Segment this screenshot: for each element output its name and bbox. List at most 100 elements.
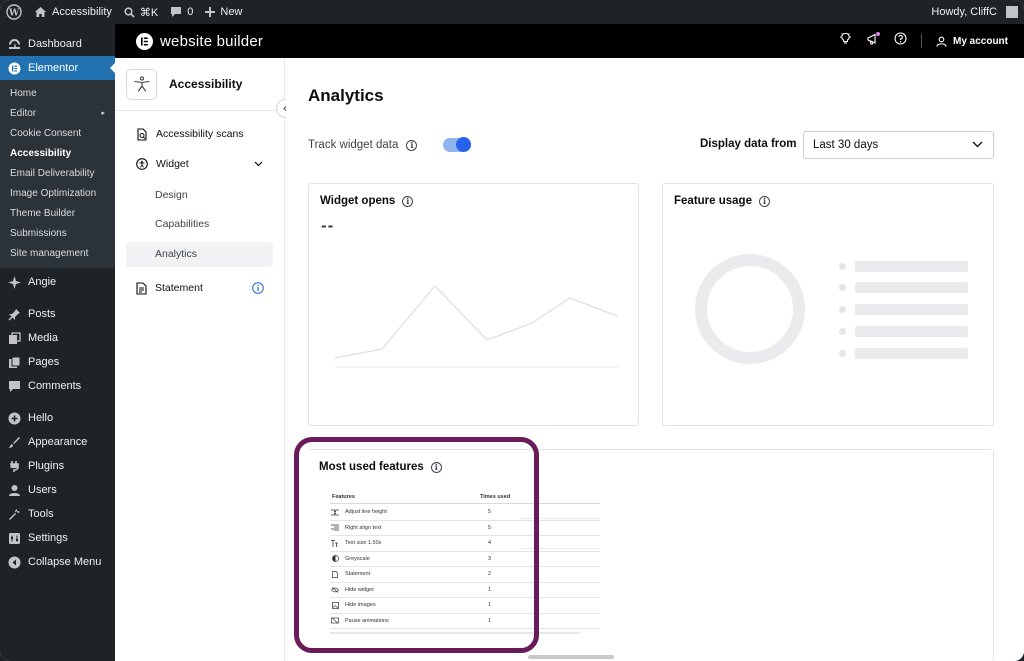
nav-capabilities[interactable]: Capabilities <box>126 212 273 237</box>
nav-widget[interactable]: Widget <box>126 152 273 176</box>
divider <box>330 632 580 634</box>
column-header-feature: Features <box>332 494 355 500</box>
header-divider <box>920 34 922 48</box>
info-icon[interactable] <box>252 282 264 294</box>
new-content-button[interactable]: New <box>199 0 248 24</box>
accessibility-person-icon <box>126 68 157 100</box>
nav-analytics[interactable]: Analytics <box>126 242 273 267</box>
comments-link[interactable]: 0 <box>164 0 199 24</box>
chevron-down-icon <box>254 161 263 167</box>
menu-angie[interactable]: Angie <box>0 270 115 294</box>
submenu-image-optimization[interactable]: Image Optimization <box>0 184 115 204</box>
site-name-link[interactable]: Accessibility <box>28 0 118 24</box>
widget-opens-value: -- <box>321 216 335 235</box>
submenu-cookie-consent[interactable]: Cookie Consent <box>0 124 115 144</box>
user-icon <box>936 36 947 47</box>
menu-appearance[interactable]: Appearance <box>0 430 115 454</box>
menu-dashboard[interactable]: Dashboard <box>0 32 115 56</box>
menu-hello[interactable]: Hello <box>0 406 115 430</box>
submenu-submissions[interactable]: Submissions <box>0 224 115 244</box>
pause-animation-icon <box>330 617 340 624</box>
plus-icon <box>205 7 216 17</box>
times-used: 1 <box>488 586 492 593</box>
shortcut-label: ⌘K <box>139 6 159 19</box>
menu-posts[interactable]: Posts <box>0 302 115 326</box>
new-label: New <box>220 6 243 18</box>
nav-label: Analytics <box>155 248 198 260</box>
accessibility-sidebar: Accessibility Accessibility scans Widget… <box>115 58 295 661</box>
announcement-icon[interactable] <box>866 31 880 51</box>
menu-label: Hello <box>28 412 54 424</box>
wordpress-icon: W <box>6 4 22 20</box>
contrast-icon <box>330 555 340 563</box>
nav-accessibility-scans[interactable]: Accessibility scans <box>126 122 273 146</box>
card-title: Most used features i <box>319 461 442 473</box>
elementor-icon <box>8 62 21 75</box>
menu-tools[interactable]: Tools <box>0 502 115 526</box>
header-divider <box>330 503 600 504</box>
nav-statement[interactable]: Statement <box>126 276 273 300</box>
info-icon[interactable]: i <box>758 195 770 207</box>
admin-bar: W Accessibility ⌘K 0 New Howdy, CliffC <box>0 0 1024 24</box>
submenu-home[interactable]: Home <box>0 84 115 104</box>
menu-pages[interactable]: Pages <box>0 350 115 374</box>
table-row: Pause animations 1 <box>330 614 600 629</box>
menu-plugins[interactable]: Plugins <box>0 454 115 478</box>
menu-media[interactable]: Media <box>0 326 115 350</box>
user-account-menu[interactable]: Howdy, CliffC <box>925 0 1024 24</box>
feature-usage-title: Feature usage <box>674 195 752 207</box>
wordpress-logo-button[interactable]: W <box>0 0 28 24</box>
lightbulb-icon[interactable] <box>839 32 852 50</box>
menu-users[interactable]: Users <box>0 478 115 502</box>
pin-icon <box>8 308 21 321</box>
menu-label: Dashboard <box>28 38 82 50</box>
collapse-menu-button[interactable]: Collapse Menu <box>0 550 115 574</box>
angie-icon <box>8 275 21 289</box>
avatar <box>1006 6 1018 18</box>
user-icon <box>8 484 21 497</box>
submenu-site-management[interactable]: Site management <box>0 244 115 264</box>
paintbrush-icon <box>8 436 21 449</box>
nav-design[interactable]: Design <box>126 183 273 208</box>
date-range-select[interactable]: Last 30 days <box>803 131 994 159</box>
submenu-label: Site management <box>10 248 89 259</box>
nav-label: Capabilities <box>155 218 210 230</box>
feature-usage-card: Feature usage i <box>662 183 994 426</box>
menu-label: Tools <box>28 508 54 520</box>
admin-sidebar: Dashboard Elementor Home Editor ▸ Cookie … <box>0 24 115 661</box>
svg-text:W: W <box>8 9 20 19</box>
submenu-label: Cookie Consent <box>10 128 82 139</box>
submenu-label: Image Optimization <box>10 188 97 199</box>
brand-logo[interactable]: website builder <box>136 32 264 50</box>
info-icon[interactable]: i <box>406 139 418 151</box>
submenu-email-deliverability[interactable]: Email Deliverability <box>0 164 115 184</box>
menu-elementor[interactable]: Elementor <box>0 56 115 80</box>
submenu-accessibility[interactable]: Accessibility <box>0 144 115 164</box>
menu-settings[interactable]: Settings <box>0 526 115 550</box>
feature-name: Greyscale <box>345 555 370 562</box>
collapse-icon <box>8 556 21 569</box>
horizontal-scrollbar[interactable] <box>528 655 614 659</box>
widget-accessibility-icon <box>136 158 148 170</box>
wrench-icon <box>8 508 21 521</box>
command-search-button[interactable]: ⌘K <box>118 0 164 24</box>
submenu-label: Accessibility <box>10 148 72 159</box>
brand-name: website builder <box>160 32 264 50</box>
table-row: Statement 2 <box>330 567 600 583</box>
submenu-label: Editor <box>10 108 37 119</box>
track-data-toggle[interactable] <box>443 137 472 152</box>
menu-comments[interactable]: Comments <box>0 374 115 398</box>
menu-label: Appearance <box>28 436 88 448</box>
comment-icon <box>171 7 182 17</box>
legend-placeholder <box>839 347 968 359</box>
submenu-theme-builder[interactable]: Theme Builder <box>0 204 115 224</box>
elementor-submenu: Home Editor ▸ Cookie Consent Accessibilit… <box>0 80 115 268</box>
submenu-editor[interactable]: Editor ▸ <box>0 104 115 124</box>
info-icon[interactable]: i <box>402 195 414 207</box>
help-icon[interactable] <box>894 32 907 50</box>
document-icon <box>136 281 147 295</box>
my-account-button[interactable]: My account <box>936 36 1008 47</box>
nav-label: Design <box>155 189 188 201</box>
info-icon[interactable]: i <box>430 461 442 473</box>
tick-mark <box>298 542 299 550</box>
